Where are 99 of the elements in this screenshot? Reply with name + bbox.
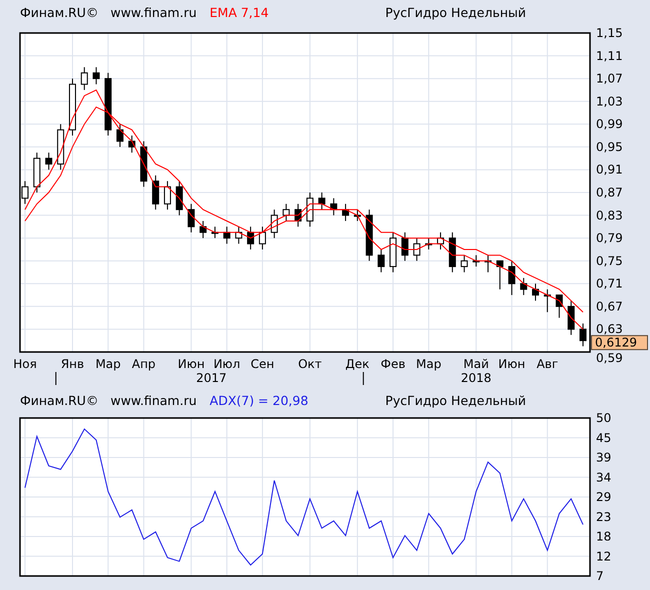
candlestick	[140, 140, 148, 188]
instrument-title: РусГидро Недельный	[385, 4, 526, 20]
candlestick	[211, 226, 218, 239]
candlestick	[200, 220, 207, 239]
candlestick	[69, 78, 76, 136]
y-tick-label: 0,75	[596, 254, 623, 268]
candlestick	[176, 180, 183, 216]
x-tick-label: Дек	[345, 357, 370, 371]
y-tick-label: 0,67	[596, 299, 623, 314]
x-tick-label: Мар	[95, 357, 121, 371]
y-tick-label: 1,07	[596, 72, 623, 86]
candlestick	[354, 209, 361, 222]
candlestick	[568, 300, 575, 336]
y-tick-label: 0,71	[596, 276, 623, 291]
y-tick-label: 0,99	[596, 117, 623, 132]
site-address: www.finam.ru	[110, 4, 197, 20]
x-tick-label: Июл	[213, 357, 240, 371]
candlestick	[580, 323, 586, 347]
y-tick-label: 0,83	[596, 208, 623, 222]
candlestick	[448, 232, 456, 273]
indicator-label: ADX(7) = 20,98	[210, 392, 308, 408]
candlestick	[472, 254, 480, 268]
y-tick-label: 0,63	[596, 322, 623, 336]
x-tick-label: Янв	[60, 357, 84, 371]
candlestick	[437, 232, 444, 250]
candlestick	[366, 209, 373, 262]
price-tag: 0,6129	[591, 335, 648, 350]
brand-label: Финам.RU©	[20, 392, 98, 408]
site-address: www.finam.ru	[110, 392, 197, 408]
x-tick-label: Июн	[498, 357, 526, 371]
year-label: 2017	[196, 371, 227, 385]
candlestick	[188, 203, 195, 233]
candlestick	[401, 232, 408, 262]
candlestick	[235, 226, 242, 244]
x-tick-label: Апр	[132, 357, 156, 371]
y-tick-label: 50	[596, 412, 612, 425]
candlestick	[116, 124, 124, 148]
x-tick-label: Май	[463, 357, 489, 371]
candlestick	[92, 66, 100, 85]
candlestick	[378, 248, 385, 273]
y-tick-label: 1,03	[596, 94, 623, 108]
x-tick-label: Июн	[178, 357, 205, 371]
candlestick	[57, 124, 64, 170]
y-tick-label: 29	[596, 490, 612, 504]
y-tick-label: 45	[596, 430, 612, 445]
x-tick-label: Сен	[250, 357, 274, 371]
candlestick	[247, 226, 254, 250]
candlestick	[508, 260, 516, 296]
candlestick	[104, 72, 112, 136]
candlestick	[330, 198, 338, 216]
x-tick-label: Мар	[416, 357, 442, 371]
candlestick	[544, 288, 551, 313]
year-marker	[55, 372, 56, 386]
y-tick-label: 0,87	[596, 186, 623, 200]
y-tick-label: 12	[596, 549, 612, 564]
candlestick	[306, 192, 314, 228]
year-marker	[362, 372, 364, 386]
y-tick-label: 23	[596, 510, 612, 524]
brand-label: Финам.RU©	[20, 4, 98, 20]
candlestick	[223, 226, 230, 244]
candlestick	[318, 192, 326, 210]
y-tick-label: 0,79	[596, 231, 623, 246]
y-tick-label: 0,91	[596, 162, 623, 177]
candlestick	[425, 238, 432, 250]
instrument-title: РусГидро Недельный	[385, 392, 526, 408]
y-tick-label: 0,59	[596, 351, 623, 365]
year-label: 2018	[460, 371, 492, 385]
candlestick	[556, 294, 563, 318]
candlestick	[390, 232, 397, 273]
candlestick	[45, 152, 52, 170]
candlestick	[460, 254, 468, 273]
candlestick	[270, 209, 278, 239]
candlestick	[520, 277, 528, 296]
indicator-label: EMA 7,14	[210, 4, 269, 20]
candlestick	[258, 226, 266, 250]
x-tick-label: Авг	[536, 357, 558, 371]
candlestick	[80, 66, 88, 90]
y-tick-label: 39	[596, 450, 612, 464]
y-tick-label: 0,95	[596, 140, 623, 154]
candlestick	[282, 203, 290, 222]
candlestick	[484, 254, 492, 273]
candlestick	[413, 238, 420, 262]
candlestick	[164, 180, 171, 210]
x-tick-label: Фев	[380, 357, 406, 371]
candlestick	[22, 180, 28, 204]
x-tick-label: Окт	[298, 357, 322, 371]
candlestick	[33, 152, 40, 193]
y-tick-label: 34	[596, 470, 612, 484]
candlestick	[532, 283, 539, 302]
candlestick	[294, 203, 302, 228]
candlestick	[342, 203, 350, 222]
x-tick-label: Ноя	[13, 357, 37, 371]
y-tick-label: 1,11	[596, 48, 623, 63]
candlestick	[496, 260, 504, 290]
y-tick-label: 1,15	[596, 26, 623, 40]
candlestick	[128, 135, 136, 154]
y-tick-label: 18	[596, 530, 612, 544]
candlestick	[152, 174, 160, 210]
y-tick-label: 7	[596, 569, 604, 583]
